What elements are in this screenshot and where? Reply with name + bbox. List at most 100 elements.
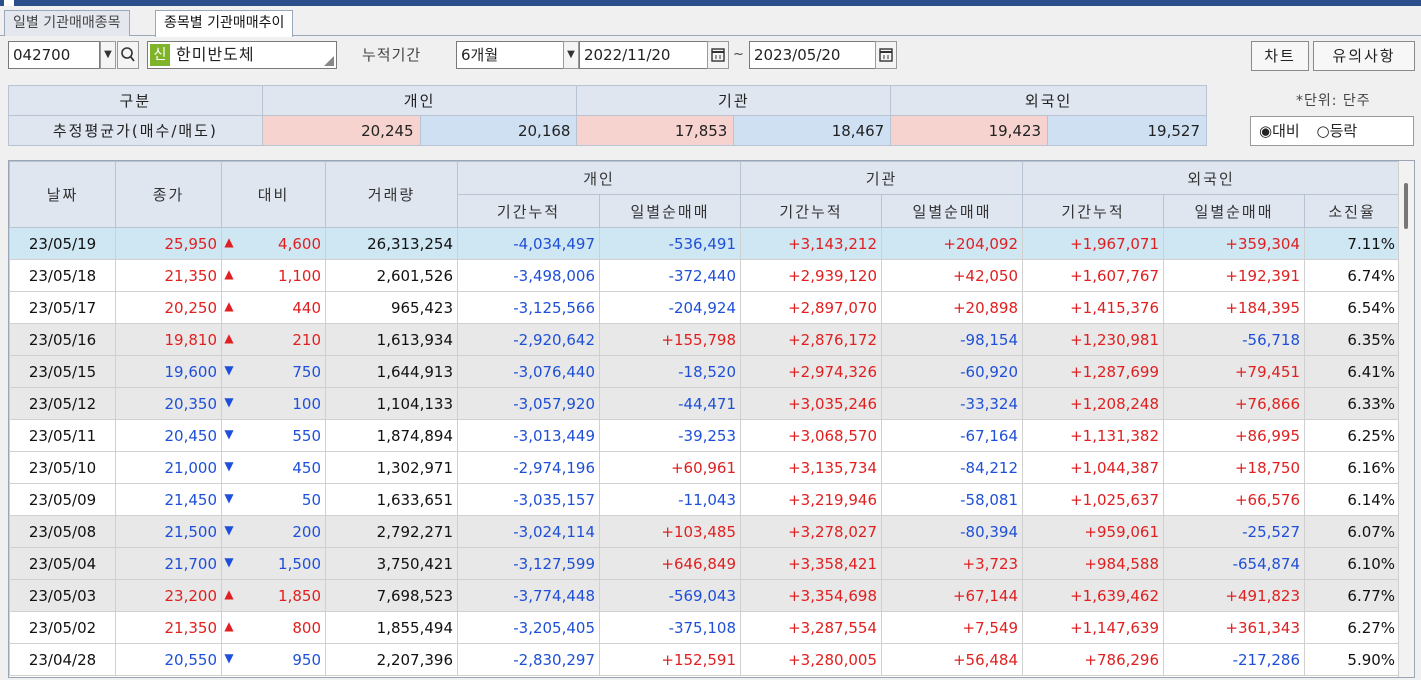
col-close[interactable]: 종가 [115, 161, 222, 228]
cell-individual-daily: -372,440 [598, 259, 742, 292]
cell-individual-cumulative-value: -2,974,196 [513, 458, 595, 477]
cell-volume-value: 1,633,651 [376, 490, 453, 509]
tab-daily-institution-stocks[interactable]: 일별 기관매매종목 [4, 10, 130, 36]
period-dropdown-button[interactable]: ▼ [563, 41, 579, 69]
table-row[interactable]: 23/05/11 20,450 ▼ 550 1,874,894 -3,013,449 -39… [9, 419, 1401, 452]
cell-diff: ▲ 1,850 [221, 579, 326, 612]
cell-individual-daily-value: +60,961 [670, 458, 737, 477]
scrollbar-thumb[interactable] [1404, 183, 1408, 229]
cell-foreign-ratio: 6.14% [1304, 483, 1401, 516]
period-label: 누적기간 [362, 46, 422, 64]
start-date-input[interactable]: 2022/11/20 [579, 41, 709, 69]
summary-header-institution: 기관 [576, 85, 892, 116]
chart-button[interactable]: 차트 [1251, 41, 1309, 71]
cell-individual-daily-value: -18,520 [678, 362, 737, 381]
cell-diff-value: 1,850 [278, 586, 321, 605]
table-row[interactable]: 23/04/28 20,550 ▼ 950 2,207,396 -2,830,297 +15… [9, 643, 1401, 676]
cell-foreign-ratio-value: 6.74% [1347, 266, 1396, 285]
cell-foreign-daily-value: +86,995 [1234, 426, 1301, 445]
table-row[interactable]: 23/05/17 20,250 ▲ 440 965,423 -3,125,566 -204,… [9, 291, 1401, 324]
cell-foreign-ratio-value: 5.90% [1347, 650, 1396, 669]
col-institution-daily[interactable]: 일별순매매 [881, 194, 1024, 228]
cell-institution-daily: +204,092 [881, 227, 1024, 260]
cell-volume-value: 1,855,494 [376, 618, 453, 637]
cell-foreign-ratio: 5.90% [1304, 643, 1401, 676]
cell-institution-cumulative-value: +2,897,070 [788, 298, 878, 317]
radio-change[interactable]: ○등락 [1316, 122, 1357, 140]
cell-diff-value: 950 [292, 650, 321, 669]
table-row[interactable]: 23/05/02 21,350 ▲ 800 1,855,494 -3,205,405 -37… [9, 611, 1401, 644]
cell-volume-value: 2,792,271 [376, 522, 453, 541]
radio-diff[interactable]: ◉대비 [1259, 122, 1300, 140]
tab-stock-institution-trend[interactable]: 종목별 기관매매추이 [155, 10, 294, 37]
stock-search-button[interactable] [117, 41, 139, 69]
cell-foreign-daily-value: +361,343 [1225, 618, 1301, 637]
stock-code-input[interactable]: 042700 [8, 41, 100, 69]
col-institution-cumulative[interactable]: 기간누적 [740, 194, 883, 228]
up-arrow-icon: ▲ [224, 586, 234, 601]
col-foreign-daily[interactable]: 일별순매매 [1163, 194, 1306, 228]
cell-individual-cumulative: -3,498,006 [457, 259, 600, 292]
cell-individual-daily: -18,520 [598, 355, 742, 388]
cell-volume-value: 1,613,934 [376, 330, 453, 349]
cell-date: 23/05/17 [9, 291, 116, 324]
col-diff[interactable]: 대비 [221, 161, 326, 228]
table-row[interactable]: 23/05/15 19,600 ▼ 750 1,644,913 -3,076,440 -18… [9, 355, 1401, 388]
cell-institution-cumulative-value: +3,068,570 [788, 426, 878, 445]
vertical-scrollbar[interactable] [1398, 161, 1414, 677]
cell-close: 19,600 [115, 355, 222, 388]
cell-foreign-ratio: 6.54% [1304, 291, 1401, 324]
cell-diff: ▲ 4,600 [221, 227, 326, 260]
col-foreign-ratio[interactable]: 소진율 [1304, 194, 1401, 228]
table-row[interactable]: 23/05/10 21,000 ▼ 450 1,302,971 -2,974,196 +60… [9, 451, 1401, 484]
col-individual-cumulative[interactable]: 기간누적 [457, 194, 600, 228]
cell-institution-cumulative-value: +3,219,946 [788, 490, 878, 509]
col-group-individual: 개인 [456, 161, 742, 195]
table-row[interactable]: 23/05/03 23,200 ▲ 1,850 7,698,523 -3,774,448 -… [9, 579, 1401, 612]
end-date-input[interactable]: 2023/05/20 [749, 41, 877, 69]
foreign-avg-buy: 19,423 [890, 115, 1049, 146]
cell-foreign-ratio-value: 6.54% [1347, 298, 1396, 317]
cell-close-value: 19,600 [164, 362, 218, 381]
compare-radio-group: ◉대비 ○등락 [1250, 116, 1414, 146]
period-select[interactable]: 6개월 [456, 41, 564, 69]
end-date-calendar-button[interactable] [875, 41, 897, 69]
col-volume[interactable]: 거래량 [325, 161, 458, 228]
start-date-calendar-button[interactable] [707, 41, 729, 69]
col-individual-daily[interactable]: 일별순매매 [598, 194, 742, 228]
down-arrow-icon: ▼ [224, 650, 234, 665]
cell-close-value: 20,250 [164, 298, 218, 317]
cell-volume-value: 2,601,526 [376, 266, 453, 285]
stock-code-dropdown-button[interactable]: ▼ [100, 41, 116, 69]
table-row[interactable]: 23/05/16 19,810 ▲ 210 1,613,934 -2,920,642 +15… [9, 323, 1401, 356]
search-icon [121, 47, 135, 62]
cell-date: 23/05/11 [9, 419, 116, 452]
cell-foreign-cumulative-value: +1,639,462 [1070, 586, 1160, 605]
cell-individual-daily-value: -569,043 [668, 586, 737, 605]
cell-date: 23/05/19 [9, 227, 116, 260]
cell-diff: ▼ 750 [221, 355, 326, 388]
cell-individual-daily-value: +152,591 [661, 650, 737, 669]
notice-button[interactable]: 유의사항 [1313, 41, 1415, 71]
cell-date: 23/05/18 [9, 259, 116, 292]
cell-institution-daily: -60,920 [881, 355, 1024, 388]
cell-institution-daily-value: -33,324 [960, 394, 1019, 413]
table-row[interactable]: 23/05/08 21,500 ▼ 200 2,792,271 -3,024,114 +10… [9, 515, 1401, 548]
table-row[interactable]: 23/05/18 21,350 ▲ 1,100 2,601,526 -3,498,006 -… [9, 259, 1401, 292]
cell-institution-cumulative-value: +3,278,027 [788, 522, 878, 541]
cell-individual-cumulative: -2,920,642 [457, 323, 600, 356]
cell-close: 21,350 [115, 611, 222, 644]
new-listing-badge: 신 [150, 44, 170, 66]
table-row[interactable]: 23/05/09 21,450 ▼ 50 1,633,651 -3,035,157 -11,… [9, 483, 1401, 516]
cell-individual-daily: -39,253 [598, 419, 742, 452]
col-foreign-cumulative[interactable]: 기간누적 [1022, 194, 1165, 228]
cell-foreign-cumulative: +1,131,382 [1022, 419, 1165, 452]
table-row[interactable]: 23/05/12 20,350 ▼ 100 1,104,133 -3,057,920 -44… [9, 387, 1401, 420]
cell-volume: 1,633,651 [325, 483, 458, 516]
col-date[interactable]: 날짜 [9, 161, 116, 228]
cell-institution-cumulative-value: +3,354,698 [788, 586, 878, 605]
table-row[interactable]: 23/05/04 21,700 ▼ 1,500 3,750,421 -3,127,599 +… [9, 547, 1401, 580]
cell-date-value: 23/05/10 [28, 458, 97, 477]
stock-name-field[interactable]: 신 한미반도체 [147, 41, 337, 69]
table-row[interactable]: 23/05/19 25,950 ▲ 4,600 26,313,254 -4,034,497… [9, 227, 1401, 260]
